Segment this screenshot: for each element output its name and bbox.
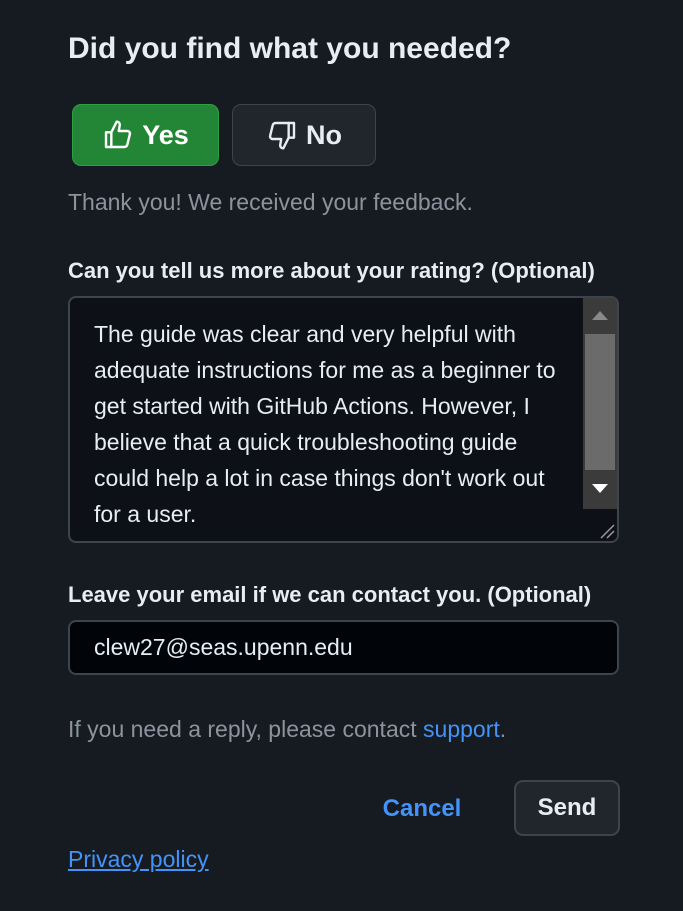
reply-note-prefix: If you need a reply, please contact: [68, 716, 424, 742]
no-button[interactable]: No: [232, 104, 376, 166]
yes-button[interactable]: Yes: [72, 104, 219, 166]
feedback-heading: Did you find what you needed?: [68, 32, 512, 65]
rating-label: Can you tell us more about your rating? …: [68, 258, 595, 283]
yes-label: Yes: [142, 119, 189, 150]
scroll-down-arrow-icon[interactable]: [583, 472, 617, 506]
scroll-up-arrow-icon[interactable]: [583, 298, 617, 332]
send-button[interactable]: Send: [514, 780, 620, 836]
no-label: No: [306, 119, 342, 150]
thumbs-down-icon: [268, 121, 296, 150]
scroll-thumb[interactable]: [585, 334, 615, 470]
email-field[interactable]: [68, 620, 619, 675]
support-link[interactable]: support: [423, 716, 500, 742]
resize-grip-icon[interactable]: [583, 509, 617, 541]
feedback-panel: Did you find what you needed? Yes No Tha…: [0, 0, 683, 911]
thanks-message: Thank you! We received your feedback.: [68, 189, 473, 215]
rating-textarea[interactable]: The guide was clear and very helpful wit…: [68, 296, 619, 543]
rating-text: The guide was clear and very helpful wit…: [94, 321, 556, 527]
privacy-policy-link[interactable]: Privacy policy: [68, 846, 209, 873]
cancel-button[interactable]: Cancel: [380, 781, 464, 837]
reply-note-suffix: .: [499, 716, 507, 742]
email-label: Leave your email if we can contact you. …: [68, 582, 592, 607]
thumbs-up-icon: [105, 120, 132, 149]
textarea-scrollbar[interactable]: [583, 298, 617, 541]
reply-note: If you need a reply, please contact supp…: [68, 716, 506, 743]
